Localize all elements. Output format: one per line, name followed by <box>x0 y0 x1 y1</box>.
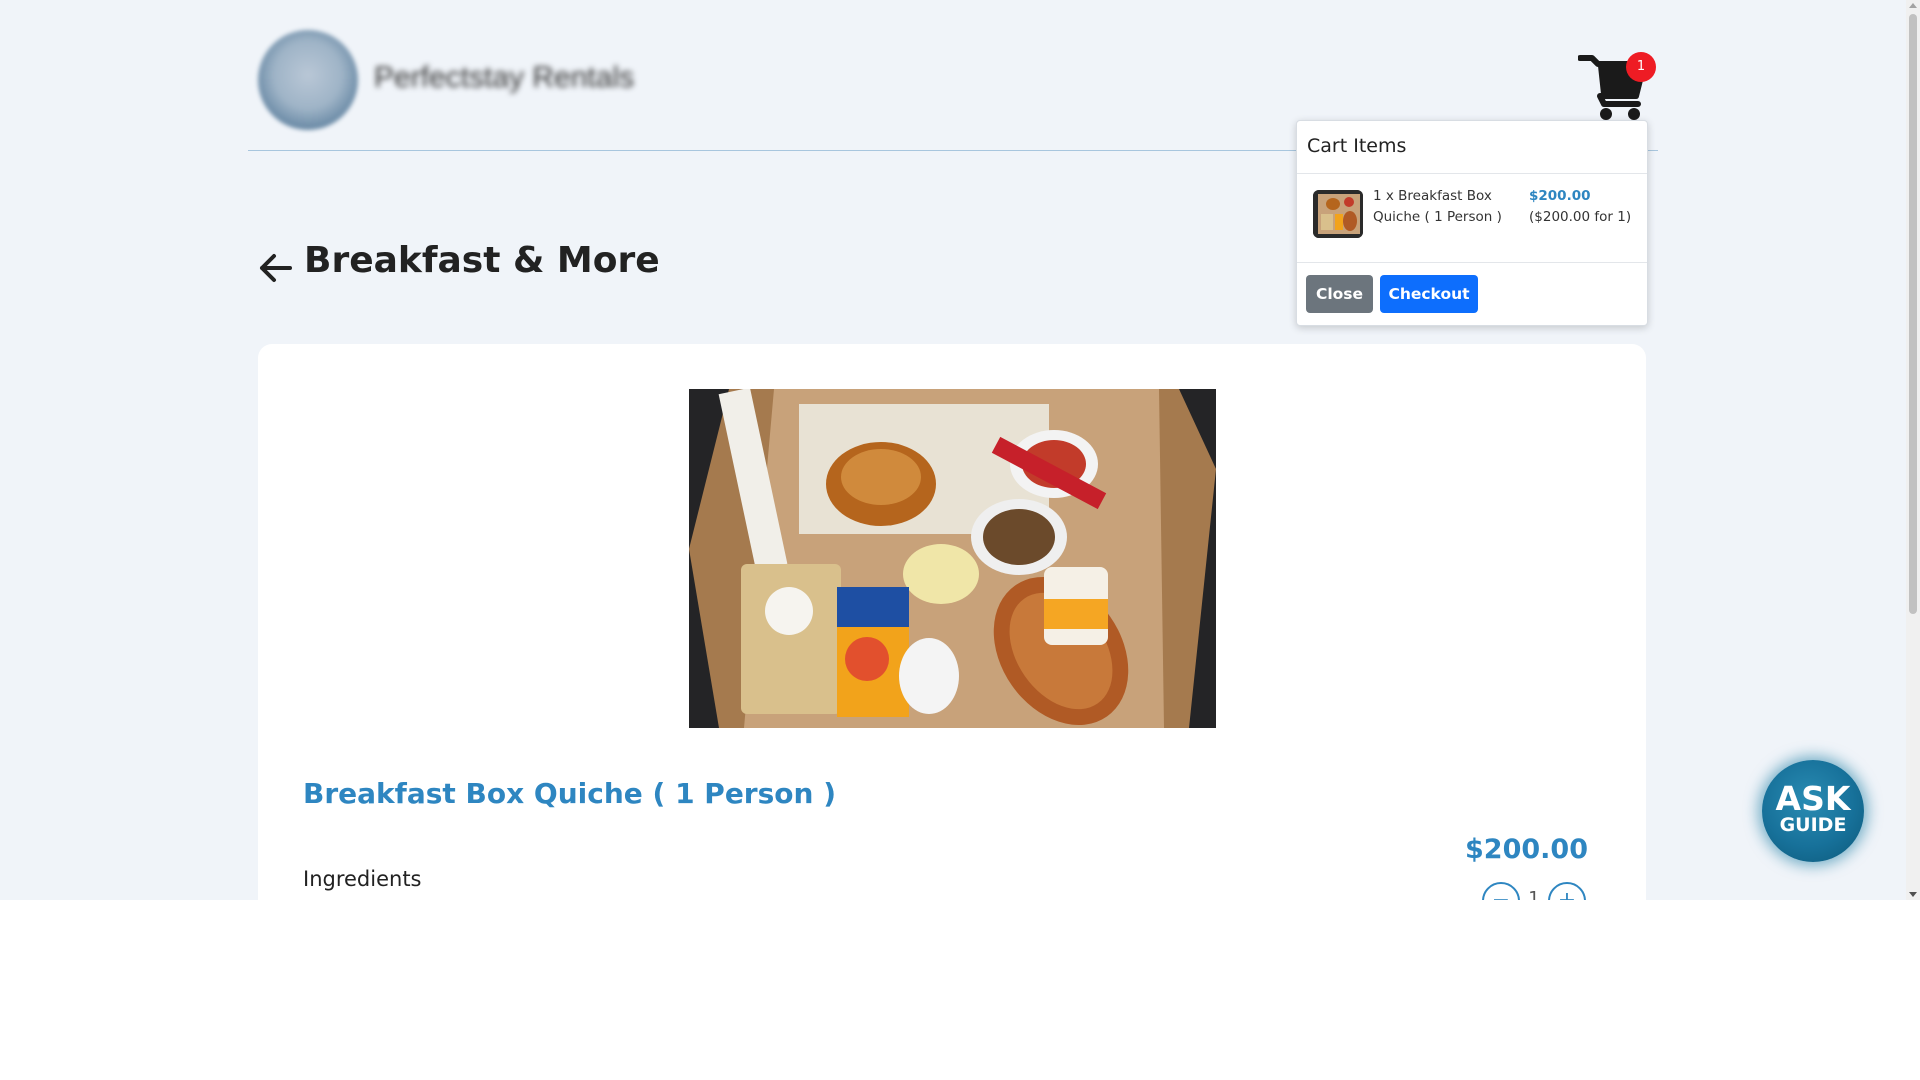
page-title: Breakfast & More <box>304 240 660 281</box>
cart-item-description: 1 x Breakfast Box Quiche ( 1 Person ) <box>1373 188 1502 225</box>
cart-item-price: $200.00 <box>1529 188 1591 204</box>
cart-item-unit-price: ($200.00 for 1) <box>1529 209 1632 225</box>
quantity-increase-button[interactable]: + <box>1548 882 1586 900</box>
vertical-scrollbar[interactable] <box>1906 0 1920 900</box>
scroll-down-arrow-icon[interactable] <box>1909 892 1917 897</box>
brand-name[interactable]: Perfectstay Rentals <box>374 58 634 98</box>
scrollbar-thumb[interactable] <box>1909 14 1917 614</box>
cart-item-row: 1 x Breakfast Box Quiche ( 1 Person ) $2… <box>1297 174 1647 263</box>
cart-dropdown: Cart Items 1 x Breakfast Box Quiche ( 1 … <box>1296 120 1648 326</box>
ask-guide-button[interactable]: ASK GUIDE <box>1762 760 1864 862</box>
checkout-button[interactable]: Checkout <box>1380 275 1478 313</box>
brand-logo[interactable] <box>258 30 358 130</box>
product-price: $200.00 <box>1465 834 1588 865</box>
scroll-up-arrow-icon[interactable] <box>1909 3 1917 8</box>
ingredients-label: Ingredients <box>303 867 422 891</box>
ask-guide-line1: ASK <box>1775 779 1851 818</box>
product-image <box>689 389 1216 728</box>
quantity-decrease-button[interactable]: − <box>1482 882 1520 900</box>
quantity-value: 1 <box>1528 888 1540 900</box>
cart-dropdown-title: Cart Items <box>1297 121 1647 174</box>
product-card: Breakfast Box Quiche ( 1 Person ) Ingred… <box>258 344 1646 900</box>
page-viewport: Perfectstay Rentals 1 Breakfast & More B… <box>0 0 1906 900</box>
ask-guide-line2: GUIDE <box>1779 814 1847 836</box>
product-name: Breakfast Box Quiche ( 1 Person ) <box>303 777 836 810</box>
close-button[interactable]: Close <box>1306 275 1373 313</box>
cart-count-badge: 1 <box>1626 52 1656 82</box>
cart-item-thumbnail <box>1313 190 1363 238</box>
back-arrow-icon[interactable] <box>258 248 294 284</box>
